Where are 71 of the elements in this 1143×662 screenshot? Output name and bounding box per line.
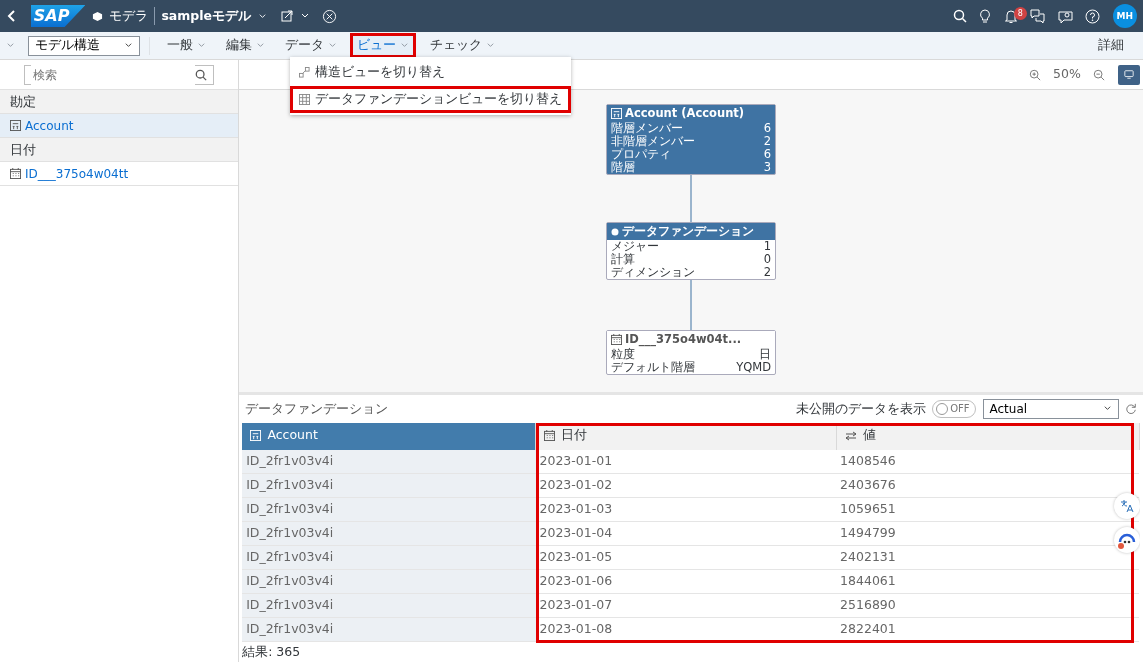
export-icon[interactable] <box>279 9 294 23</box>
refresh-icon[interactable] <box>1124 402 1137 415</box>
zoom-level: 50% <box>1053 65 1081 84</box>
column-header[interactable]: 値 <box>836 422 1140 450</box>
result-count: 結果: 365 <box>241 643 302 662</box>
table-cell: 1844061 <box>836 569 1140 594</box>
notification-count: 8 <box>1013 6 1027 20</box>
menu-item[interactable]: データファンデーションビューを切り替え <box>290 85 571 113</box>
caret-icon <box>123 41 133 50</box>
connector-line <box>690 174 692 223</box>
structure-icon <box>299 66 310 78</box>
search-icon[interactable] <box>952 9 967 23</box>
table-cell: ID_2fr1v03v4i <box>242 473 536 498</box>
calendar-icon <box>544 429 555 441</box>
translate-icon[interactable] <box>1113 492 1140 519</box>
calendar-icon <box>10 168 21 179</box>
model-menu[interactable]: sampleモデル <box>161 6 268 26</box>
table-cell: ID_2fr1v03v4i <box>242 449 536 474</box>
search-field[interactable]: 検索 <box>24 64 214 85</box>
lightbulb-icon[interactable] <box>979 8 992 24</box>
notification-icon[interactable] <box>1003 8 1018 24</box>
close-icon[interactable] <box>322 8 338 24</box>
measure-icon <box>844 430 857 441</box>
toggle-label: 未公開のデータを表示 <box>796 399 926 418</box>
view-dropdown[interactable]: モデル構造 <box>27 35 140 56</box>
hierarchy-icon <box>611 108 622 119</box>
menu-tab[interactable]: チェック <box>422 33 502 58</box>
search-icon <box>195 68 207 81</box>
dot-icon <box>611 227 619 236</box>
table-cell: 2516890 <box>836 593 1140 618</box>
caret-icon <box>258 11 268 21</box>
column-header[interactable]: Account <box>242 422 536 450</box>
logo[interactable]: SAP <box>30 5 86 27</box>
app-title: モデラ <box>108 6 148 25</box>
table-cell: ID_2fr1v03v4i <box>242 569 536 594</box>
table-cell: ID_2fr1v03v4i <box>242 521 536 546</box>
table-cell: 2822401 <box>836 617 1140 642</box>
menu-tab[interactable]: 編集 <box>218 33 272 58</box>
cube-icon <box>91 10 103 22</box>
group-header: 日付 <box>0 138 238 162</box>
table-cell: ID_2fr1v03v4i <box>242 617 536 642</box>
preview-button[interactable] <box>1117 64 1140 85</box>
zoom-in-icon[interactable] <box>1028 68 1041 81</box>
menu-item[interactable]: 構造ビューを切り替え <box>290 59 571 86</box>
diagram-node[interactable]: ID___375o4w04t... 粒度 日 デフォルト階層 YQMD <box>606 330 776 375</box>
table-cell: ID_2fr1v03v4i <box>242 545 536 570</box>
hierarchy-icon <box>250 429 262 441</box>
calendar-icon <box>611 334 622 345</box>
toggle-switch[interactable]: OFF <box>932 399 977 418</box>
table-cell: 1408546 <box>836 449 1140 474</box>
menu-tab[interactable]: データ <box>278 33 344 58</box>
grid-icon <box>299 93 310 105</box>
hierarchy-icon <box>10 120 21 131</box>
diagram-node[interactable]: Account (Account) 階層メンバー 6 非階層メンバー 2 プロパティ 6 階層 3 <box>606 104 776 175</box>
diagram-node[interactable]: データファンデーション メジャー 1 計算 0 ディメンション 2 <box>606 222 776 280</box>
chatbot-icon[interactable] <box>1113 526 1140 553</box>
version-dropdown[interactable]: Actual <box>982 398 1119 419</box>
monitor-icon <box>1123 69 1134 80</box>
group-header: 勘定 <box>0 90 238 114</box>
help-icon[interactable] <box>1085 8 1101 24</box>
sidebar-item[interactable]: Account <box>0 114 238 138</box>
details-button[interactable]: 詳細 <box>1098 36 1125 55</box>
panel-title: データファンデーション <box>245 400 389 419</box>
zoom-out-icon[interactable] <box>1093 68 1106 81</box>
table-cell: ID_2fr1v03v4i <box>242 593 536 618</box>
menu-tab[interactable]: 一般 <box>159 33 213 58</box>
table-cell: ID_2fr1v03v4i <box>242 497 536 522</box>
connector-line <box>690 279 692 331</box>
menu-tab[interactable]: ビュー <box>350 33 417 58</box>
chat-icon[interactable] <box>1030 8 1046 24</box>
feedback-icon[interactable] <box>1057 8 1073 24</box>
